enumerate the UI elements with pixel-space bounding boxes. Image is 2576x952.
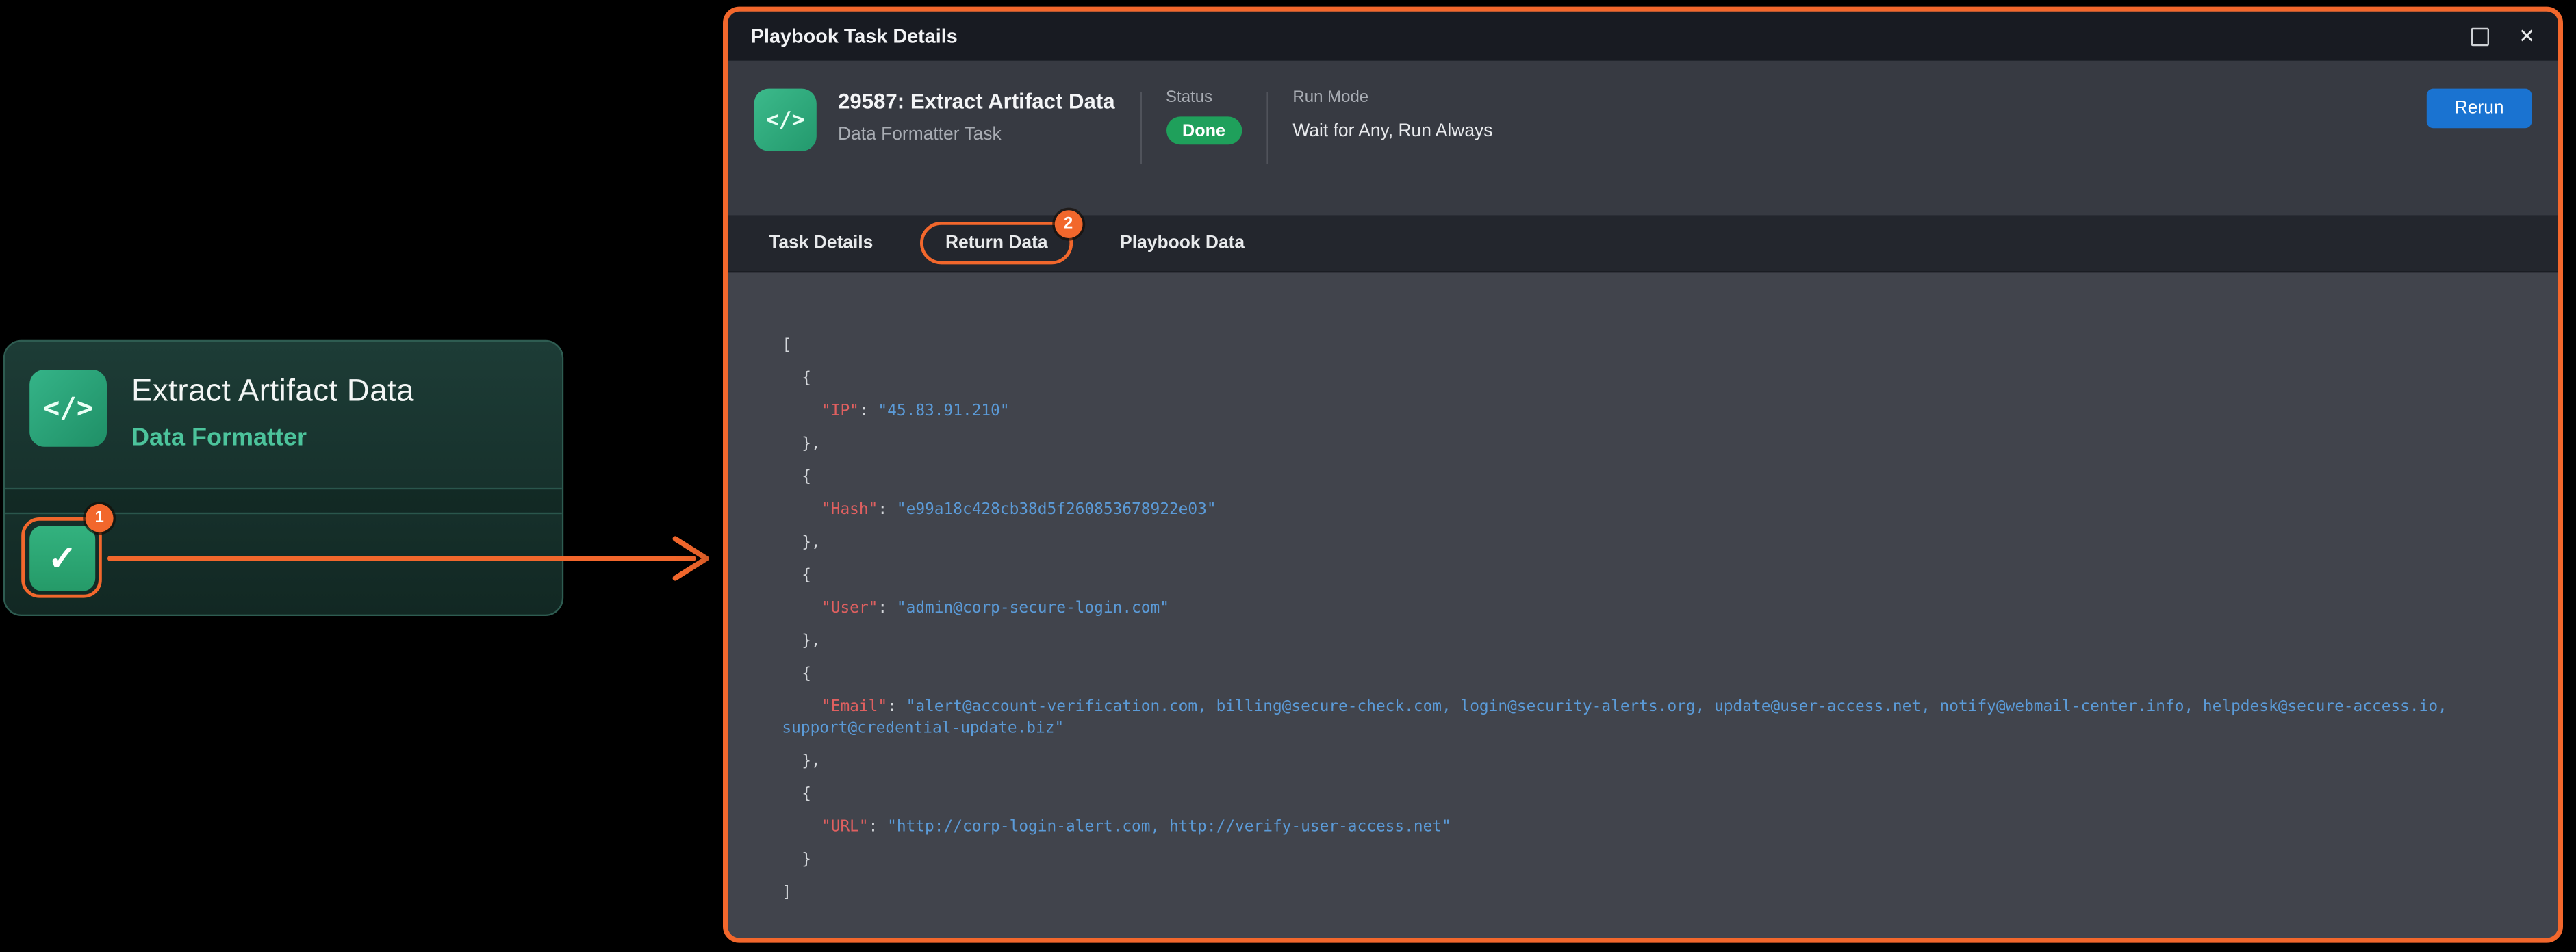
code-line: }, xyxy=(782,434,2512,455)
json-punct: [ xyxy=(782,337,791,355)
json-punct: ] xyxy=(782,884,791,901)
node-success-status-button[interactable]: ✓ xyxy=(29,526,95,591)
run-mode-label: Run Mode xyxy=(1292,89,1492,107)
run-mode-block: Run Mode Wait for Any, Run Always xyxy=(1292,89,1492,142)
tab-bar: Task Details Return Data 2 Playbook Data xyxy=(728,215,2558,272)
json-punct: { xyxy=(802,567,811,584)
maximize-icon[interactable] xyxy=(2471,27,2488,45)
json-punct: } xyxy=(802,851,811,869)
header-divider xyxy=(1266,92,1268,164)
task-subtitle: Data Formatter Task xyxy=(838,125,1115,144)
dialog-titlebar: Playbook Task Details ✕ xyxy=(728,12,2558,61)
json-punct: : xyxy=(869,818,887,836)
task-title: 29587: Extract Artifact Data xyxy=(838,89,1115,114)
code-icon: </> xyxy=(29,370,107,447)
status-block: Status Done xyxy=(1166,89,1242,145)
json-punct: { xyxy=(802,468,811,486)
json-key: "User" xyxy=(821,600,878,617)
tab-return-data-label: Return Data xyxy=(945,233,1048,253)
annotation-badge-2: 2 xyxy=(1054,210,1082,238)
json-punct: }, xyxy=(802,534,820,552)
close-icon[interactable]: ✕ xyxy=(2518,26,2535,46)
json-punct: : xyxy=(878,501,896,519)
dialog-title: Playbook Task Details xyxy=(751,25,958,48)
json-punct: }, xyxy=(802,632,820,650)
json-punct: : xyxy=(878,600,896,617)
status-badge: Done xyxy=(1166,116,1242,144)
code-line: { xyxy=(782,664,2512,685)
code-line: ] xyxy=(782,882,2512,903)
window-controls: ✕ xyxy=(2471,26,2535,46)
playbook-task-details-dialog: Playbook Task Details ✕ </> 29587: Extra… xyxy=(723,7,2563,943)
code-line: "URL": "http://corp-login-alert.com, htt… xyxy=(782,816,2512,838)
tab-task-details[interactable]: Task Details xyxy=(769,223,873,263)
annotation-badge-1: 1 xyxy=(86,504,114,532)
tab-return-data[interactable]: Return Data 2 xyxy=(921,222,1073,264)
code-line: "IP": "45.83.91.210" xyxy=(782,401,2512,422)
rerun-button[interactable]: Rerun xyxy=(2427,89,2532,129)
code-line: { xyxy=(782,467,2512,488)
code-line: }, xyxy=(782,631,2512,652)
code-line: "User": "admin@corp-secure-login.com" xyxy=(782,598,2512,619)
json-value: "admin@corp-secure-login.com" xyxy=(897,600,1169,617)
code-line: }, xyxy=(782,751,2512,772)
json-code: [ { "IP": "45.83.91.210"}, { "Hash": "e99a18… xyxy=(728,272,2558,903)
task-title-block: 29587: Extract Artifact Data Data Format… xyxy=(838,89,1115,145)
node-text: Extract Artifact Data Data Formatter xyxy=(131,370,414,452)
code-line: "Hash": "e99a18c428cb38d5f260853678922e0… xyxy=(782,500,2512,521)
task-header: </> 29587: Extract Artifact Data Data Fo… xyxy=(728,61,2558,216)
header-divider xyxy=(1140,92,1141,164)
json-punct: }, xyxy=(802,752,820,770)
code-line: { xyxy=(782,784,2512,805)
json-key: "URL" xyxy=(821,818,869,836)
status-label: Status xyxy=(1166,89,1242,107)
json-punct: : xyxy=(887,698,906,716)
node-title: Extract Artifact Data xyxy=(131,374,414,411)
return-data-panel: [ { "IP": "45.83.91.210"}, { "Hash": "e99a18… xyxy=(728,272,2558,938)
json-value: "alert@account-verification.com, billing… xyxy=(782,698,2456,738)
code-line: [ xyxy=(782,335,2512,357)
json-value: "e99a18c428cb38d5f260853678922e03" xyxy=(897,501,1216,519)
json-punct: { xyxy=(802,370,811,387)
tab-playbook-data[interactable]: Playbook Data xyxy=(1120,223,1245,263)
json-punct: { xyxy=(802,665,811,683)
task-code-icon: </> xyxy=(754,89,817,151)
json-punct: : xyxy=(859,402,878,420)
json-value: "http://corp-login-alert.com, http://ver… xyxy=(887,818,1451,836)
node-subtitle: Data Formatter xyxy=(131,424,414,452)
playbook-editor-canvas: </> Extract Artifact Data Data Formatter… xyxy=(0,0,2576,952)
json-punct: }, xyxy=(802,435,820,453)
json-key: "Email" xyxy=(821,698,887,716)
node-main: </> Extract Artifact Data Data Formatter xyxy=(5,342,562,452)
screenshot-viewport: </> Extract Artifact Data Data Formatter… xyxy=(0,0,2576,952)
json-key: "IP" xyxy=(821,402,859,420)
json-value: "45.83.91.210" xyxy=(878,402,1009,420)
run-mode-value: Wait for Any, Run Always xyxy=(1292,122,1492,142)
code-line: { xyxy=(782,368,2512,389)
code-line: } xyxy=(782,849,2512,871)
code-line: { xyxy=(782,565,2512,587)
code-line: "Email": "alert@account-verification.com… xyxy=(782,697,2512,739)
annotation-arrow xyxy=(102,530,723,587)
json-key: "Hash" xyxy=(821,501,878,519)
code-line: }, xyxy=(782,532,2512,554)
json-punct: { xyxy=(802,785,811,803)
